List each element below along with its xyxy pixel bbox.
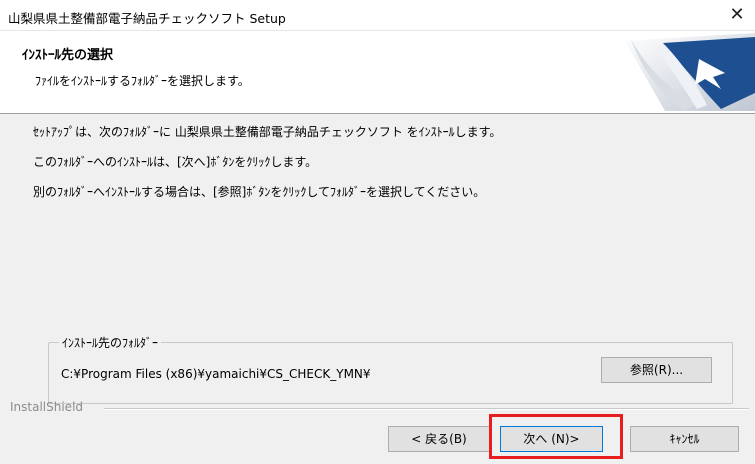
description-line-3: 別のﾌｫﾙﾀﾞｰへｲﾝｽﾄｰﾙする場合は、[参照]ﾎﾞﾀﾝをｸﾘｯｸしてﾌｫﾙﾀ… <box>33 185 486 199</box>
description-line-1: ｾｯﾄｱｯﾌﾟは、次のﾌｫﾙﾀﾞｰに 山梨県県土整備部電子納品チェックソフト を… <box>33 125 502 139</box>
content-area: ｾｯﾄｱｯﾌﾟは、次のﾌｫﾙﾀﾞｰに 山梨県県土整備部電子納品チェックソフト を… <box>0 114 755 404</box>
installshield-logo-icon <box>625 33 755 111</box>
page-heading: ｲﾝｽﾄｰﾙ先の選択 <box>22 48 114 63</box>
close-icon[interactable]: ✕ <box>727 4 747 25</box>
installshield-divider: InstallShield <box>0 400 755 416</box>
footer-divider <box>104 408 749 410</box>
destination-folder-group: ｲﾝｽﾄｰﾙ先のﾌｫﾙﾀﾞｰ C:¥Program Files (x86)¥ya… <box>48 334 733 404</box>
installshield-label: InstallShield <box>10 400 84 414</box>
browse-button[interactable]: 参照(R)... <box>601 357 712 383</box>
title-bar: 山梨県県土整備部電子納品チェックソフト Setup ✕ <box>0 0 755 31</box>
destination-path: C:¥Program Files (x86)¥yamaichi¥CS_CHECK… <box>61 367 371 381</box>
description-line-2: このﾌｫﾙﾀﾞｰへのｲﾝｽﾄｰﾙは、[次へ]ﾎﾞﾀﾝをｸﾘｯｸします。 <box>33 155 318 169</box>
header-banner: ｲﾝｽﾄｰﾙ先の選択 ﾌｧｲﾙをｲﾝｽﾄｰﾙするﾌｫﾙﾀﾞｰを選択します。 <box>0 31 755 114</box>
back-button[interactable]: < 戻る(B) <box>388 426 490 452</box>
cancel-button[interactable]: ｷｬﾝｾﾙ <box>630 426 739 452</box>
next-button[interactable]: 次へ (N)> <box>500 426 603 452</box>
destination-folder-legend: ｲﾝｽﾄｰﾙ先のﾌｫﾙﾀﾞｰ <box>59 334 162 351</box>
window-title: 山梨県県土整備部電子納品チェックソフト Setup <box>8 11 286 26</box>
page-subheading: ﾌｧｲﾙをｲﾝｽﾄｰﾙするﾌｫﾙﾀﾞｰを選択します。 <box>35 74 250 88</box>
